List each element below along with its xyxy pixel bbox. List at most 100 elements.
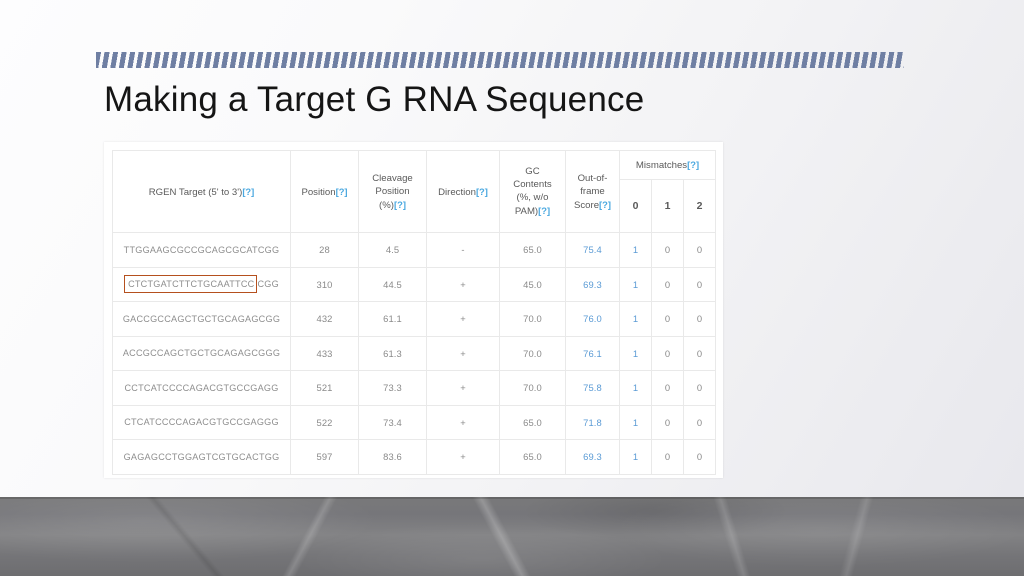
cell-mismatch-2: 0 <box>683 266 716 302</box>
cell-rgen-target[interactable]: TTGGAAGCGCCGCAGCGCATCGG <box>112 232 291 268</box>
column-header-position-label: Position <box>301 186 336 198</box>
column-header-mismatch-2: 2 <box>683 179 716 233</box>
help-icon-position[interactable]: [?] <box>336 186 348 197</box>
column-header-rgen-target: RGEN Target (5' to 3')[?] <box>112 150 291 233</box>
oof-line-2: frame <box>580 185 605 197</box>
cell-cleavage-position: 61.3 <box>358 335 427 371</box>
cell-mismatch-0: 1 <box>619 266 652 302</box>
table-row[interactable]: CTCATCCCCAGACGTGCCGAGGG 522 73.4 +65.0 71.8 1… <box>112 404 716 440</box>
column-header-mismatch-0: 0 <box>619 179 652 233</box>
cell-mismatch-1: 0 <box>651 335 684 371</box>
help-icon-out-of-frame-score[interactable]: [?] <box>599 199 611 210</box>
cell-rgen-target[interactable]: GACCGCCAGCTGCTGCAGAGCGG <box>112 301 291 337</box>
cell-out-of-frame-score: 76.1 <box>565 335 620 371</box>
cell-mismatch-0: 1 <box>619 370 652 406</box>
cell-position: 521 <box>290 370 359 406</box>
table-body: TTGGAAGCGCCGCAGCGCATCGG 28 4.5-65.0 75.4 1 0 0… <box>112 232 716 475</box>
cell-gc-contents: 70.0 <box>499 370 566 406</box>
sequence-wrapper: CTCTGATCTTCTGCAATTCC CGG <box>124 275 279 294</box>
cell-out-of-frame-score: 75.4 <box>565 232 620 268</box>
cell-gc-contents: 70.0 <box>499 301 566 337</box>
gc-line-3: (%, w/o <box>516 192 549 203</box>
cell-position: 433 <box>290 335 359 371</box>
cell-mismatch-1: 0 <box>651 404 684 440</box>
column-header-direction-label: Direction <box>438 186 476 198</box>
cell-mismatch-0: 1 <box>619 335 652 371</box>
column-header-mismatches: Mismatches[?] <box>619 150 716 180</box>
cell-out-of-frame-score: 75.8 <box>565 370 620 406</box>
cell-rgen-target[interactable]: CTCTGATCTTCTGCAATTCC CGG <box>112 266 291 302</box>
cell-gc-contents: 65.0 <box>499 439 566 475</box>
cleavage-line-1: Cleavage <box>372 172 413 184</box>
cell-rgen-target[interactable]: ACCGCCAGCTGCTGCAGAGCGGG <box>112 335 291 371</box>
cell-direction: + <box>426 266 500 302</box>
cell-rgen-target[interactable]: GAGAGCCTGGAGTCGTGCACTGG <box>112 439 291 475</box>
cell-out-of-frame-score: 69.3 <box>565 266 620 302</box>
cell-mismatch-2: 0 <box>683 370 716 406</box>
column-header-position: Position[?] <box>290 150 359 233</box>
table-row[interactable]: CTCTGATCTTCTGCAATTCC CGG 310 44.5 +45.0 69.3 1… <box>112 266 716 302</box>
gc-line-1: GC <box>525 166 540 177</box>
column-header-rgen-target-label: RGEN Target (5' to 3') <box>148 186 243 198</box>
cell-position: 597 <box>290 439 359 475</box>
cell-mismatch-2: 0 <box>683 404 716 440</box>
cell-cleavage-position: 83.6 <box>358 439 427 475</box>
floor-stone-band <box>0 497 1024 576</box>
column-header-direction: Direction[?] <box>426 150 500 233</box>
cell-gc-contents: 65.0 <box>499 404 566 440</box>
cell-cleavage-position: 73.4 <box>358 404 427 440</box>
cell-rgen-target[interactable]: CTCATCCCCAGACGTGCCGAGGG <box>112 404 291 440</box>
help-icon-cleavage-position[interactable]: [?] <box>394 199 406 210</box>
cell-out-of-frame-score: 76.0 <box>565 301 620 337</box>
cell-mismatch-1: 0 <box>651 232 684 268</box>
cleavage-line-3: (%) <box>379 199 394 211</box>
cell-mismatch-1: 0 <box>651 370 684 406</box>
table-row[interactable]: ACCGCCAGCTGCTGCAGAGCGGG 433 61.3 +70.0 76.1 1… <box>112 335 716 371</box>
table-row[interactable]: GACCGCCAGCTGCTGCAGAGCGG 432 61.1 +70.0 76.0 1… <box>112 301 716 337</box>
rgen-results-panel: RGEN Target (5' to 3')[?] Position[?] Cl… <box>104 142 723 478</box>
cell-position: 522 <box>290 404 359 440</box>
cell-cleavage-position: 4.5 <box>358 232 427 268</box>
cell-cleavage-position: 61.1 <box>358 301 427 337</box>
striped-divider-rule <box>96 52 904 68</box>
cell-cleavage-position: 73.3 <box>358 370 427 406</box>
column-header-gc-contents: GC Contents (%, w/o PAM)[?] <box>499 150 566 233</box>
cell-mismatch-2: 0 <box>683 439 716 475</box>
cell-mismatch-1: 0 <box>651 439 684 475</box>
cell-rgen-target[interactable]: CCTCATCCCCAGACGTGCCGAGG <box>112 370 291 406</box>
cell-mismatch-0: 1 <box>619 301 652 337</box>
cell-mismatch-2: 0 <box>683 335 716 371</box>
oof-line-3: Score <box>573 199 600 211</box>
column-header-mismatches-label: Mismatches <box>635 160 688 171</box>
cell-cleavage-position: 44.5 <box>358 266 427 302</box>
cell-out-of-frame-score: 69.3 <box>565 439 620 475</box>
cell-mismatch-2: 0 <box>683 232 716 268</box>
help-icon-mismatches[interactable]: [?] <box>687 159 699 170</box>
table-row[interactable]: CCTCATCCCCAGACGTGCCGAGG 521 73.3 +70.0 75.8 1… <box>112 370 716 406</box>
pam-sequence: CGG <box>257 279 279 290</box>
cell-gc-contents: 45.0 <box>499 266 566 302</box>
cleavage-line-2: Position <box>375 185 410 197</box>
gc-line-4: PAM) <box>514 206 539 217</box>
cell-gc-contents: 70.0 <box>499 335 566 371</box>
cell-position: 28 <box>290 232 359 268</box>
oof-line-1: Out-of- <box>577 172 608 184</box>
header-row-primary: RGEN Target (5' to 3')[?] Position[?] Cl… <box>112 150 716 233</box>
cell-mismatch-1: 0 <box>651 301 684 337</box>
cell-position: 432 <box>290 301 359 337</box>
help-icon-rgen-target[interactable]: [?] <box>242 186 254 197</box>
cell-mismatch-0: 1 <box>619 404 652 440</box>
table-row[interactable]: GAGAGCCTGGAGTCGTGCACTGG 597 83.6 +65.0 69.3 1… <box>112 439 716 475</box>
cell-direction: + <box>426 301 500 337</box>
gc-line-2: Contents <box>513 179 552 190</box>
help-icon-gc-contents[interactable]: [?] <box>538 205 550 216</box>
cell-direction: + <box>426 370 500 406</box>
cell-mismatch-2: 0 <box>683 301 716 337</box>
cell-gc-contents: 65.0 <box>499 232 566 268</box>
help-icon-direction[interactable]: [?] <box>476 186 488 197</box>
table-row[interactable]: TTGGAAGCGCCGCAGCGCATCGG 28 4.5-65.0 75.4 1 0 0 <box>112 232 716 268</box>
cell-mismatch-1: 0 <box>651 266 684 302</box>
cell-out-of-frame-score: 71.8 <box>565 404 620 440</box>
cell-direction: + <box>426 439 500 475</box>
page-title: Making a Target G RNA Sequence <box>104 80 645 119</box>
